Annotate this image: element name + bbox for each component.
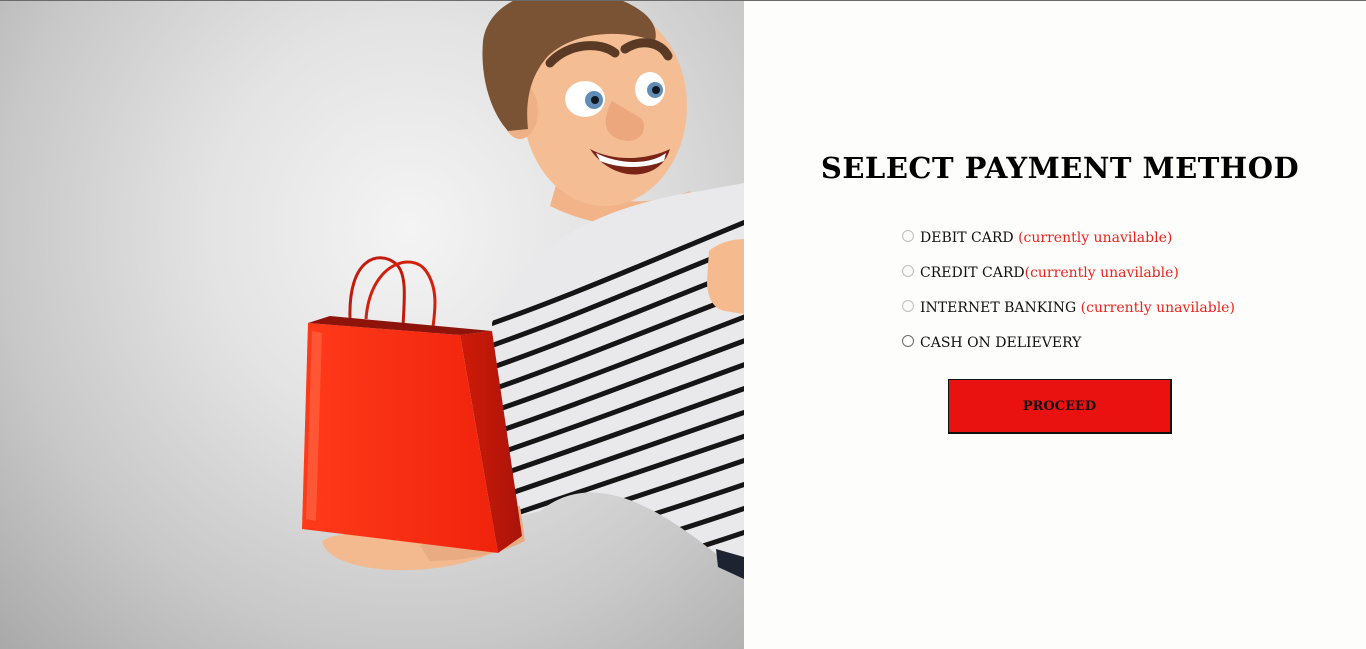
payment-option-credit-card[interactable]: CREDIT CARD (currently unavilable) [902,255,1235,290]
credit-card-radio[interactable] [902,265,914,277]
debit-card-radio[interactable] [902,230,914,242]
payment-panel: SELECT PAYMENT METHOD DEBIT CARD (curren… [744,1,1366,649]
internet-banking-unavailable-note: (currently unavilable) [1076,299,1235,316]
proceed-button[interactable]: PROCEED [948,379,1172,434]
credit-card-unavailable-note: (currently unavilable) [1024,264,1179,281]
payment-option-debit-card[interactable]: DEBIT CARD (currently unavilable) [902,220,1235,255]
cash-on-delivery-radio[interactable] [902,335,914,347]
debit-card-unavailable-note: (currently unavilable) [1013,229,1173,246]
payment-option-internet-banking[interactable]: INTERNET BANKING (currently unavilable) [902,290,1235,325]
cash-on-delivery-label: CASH ON DELIEVERY [920,334,1082,351]
internet-banking-label: INTERNET BANKING [920,299,1077,316]
credit-card-label: CREDIT CARD [920,264,1025,281]
payment-page: SELECT PAYMENT METHOD DEBIT CARD (curren… [0,0,1366,649]
cartoon-man-with-shopping-bag-icon [302,1,744,579]
payment-option-cash-on-delivery[interactable]: CASH ON DELIEVERY [902,325,1235,360]
internet-banking-radio[interactable] [902,300,914,312]
payment-method-list: DEBIT CARD (currently unavilable) CREDIT… [902,220,1235,360]
page-title: SELECT PAYMENT METHOD [820,151,1300,185]
debit-card-label: DEBIT CARD [920,229,1014,246]
hero-illustration [0,1,744,649]
